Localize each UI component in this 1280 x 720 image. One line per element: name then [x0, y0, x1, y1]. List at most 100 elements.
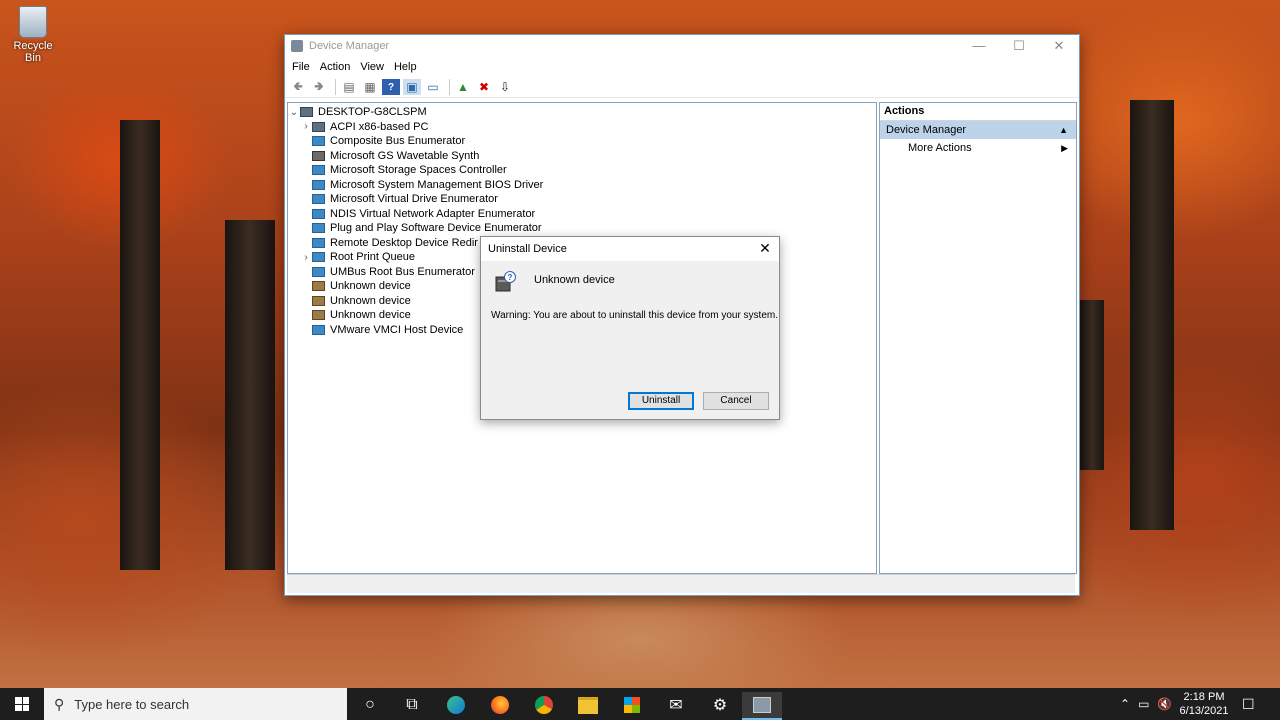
- window-titlebar[interactable]: Device Manager — ☐ ✕: [285, 35, 1079, 57]
- file-explorer-icon[interactable]: [568, 692, 608, 718]
- submenu-arrow-icon: ▶: [1061, 143, 1068, 153]
- monitor-icon[interactable]: ▭: [424, 79, 442, 95]
- recycle-bin[interactable]: Recycle Bin: [4, 6, 62, 64]
- properties-icon[interactable]: ▦: [361, 79, 379, 95]
- system-device-icon: [312, 237, 325, 248]
- microsoft-store-icon[interactable]: [612, 692, 652, 718]
- maximize-button[interactable]: ☐: [999, 35, 1039, 57]
- menu-action[interactable]: Action: [315, 61, 356, 73]
- menu-view[interactable]: View: [355, 61, 389, 73]
- menu-bar: File Action View Help: [285, 57, 1079, 77]
- storage-controller-icon: [312, 165, 325, 176]
- collapse-up-icon[interactable]: ▲: [1059, 121, 1068, 139]
- tree-item-label: Microsoft System Management BIOS Driver: [330, 178, 544, 191]
- uninstall-device-icon[interactable]: ✖: [475, 79, 493, 95]
- uninstall-button[interactable]: Uninstall: [628, 392, 694, 410]
- tree-item[interactable]: Composite Bus Enumerator: [288, 134, 876, 149]
- tree-item[interactable]: Plug and Play Software Device Enumerator: [288, 221, 876, 236]
- actions-section-device-manager[interactable]: Device Manager ▲: [880, 121, 1076, 139]
- dialog-close-icon[interactable]: ✕: [757, 240, 773, 256]
- tree-item[interactable]: Microsoft GS Wavetable Synth: [288, 149, 876, 164]
- tree-root[interactable]: ⌄ DESKTOP-G8CLSPM: [288, 105, 876, 120]
- printer-icon: [312, 252, 325, 263]
- cortana-icon[interactable]: ○: [350, 692, 390, 718]
- tree-item-label: Plug and Play Software Device Enumerator: [330, 222, 542, 235]
- tree-item-label: NDIS Virtual Network Adapter Enumerator: [330, 207, 536, 220]
- system-device-icon: [312, 223, 325, 234]
- tree-item-label: ACPI x86-based PC: [330, 120, 429, 133]
- chrome-icon[interactable]: [524, 692, 564, 718]
- window-title: Device Manager: [309, 40, 390, 52]
- tree-root-label: DESKTOP-G8CLSPM: [318, 106, 427, 119]
- settings-gear-icon[interactable]: ⚙: [700, 692, 740, 718]
- taskbar-search-box[interactable]: ⚲ Type here to search: [44, 688, 347, 720]
- minimize-button[interactable]: —: [959, 35, 999, 57]
- menu-file[interactable]: File: [287, 61, 315, 73]
- search-placeholder: Type here to search: [74, 696, 190, 712]
- notifications-icon[interactable]: ☐: [1242, 688, 1255, 720]
- actions-header: Actions: [880, 103, 1076, 121]
- svg-text:?: ?: [508, 273, 513, 282]
- expand-chevron-icon[interactable]: ›: [300, 121, 312, 132]
- show-hidden-icons-chevron-icon[interactable]: ⌃: [1120, 697, 1130, 711]
- close-button[interactable]: ✕: [1039, 35, 1079, 57]
- dialog-device-name: Unknown device: [534, 274, 615, 286]
- system-device-icon: [312, 179, 325, 190]
- tree-item-label: Unknown device: [330, 294, 411, 307]
- unknown-device-icon: [312, 281, 325, 292]
- device-manager-icon: [291, 40, 303, 52]
- recycle-bin-label: Recycle Bin: [13, 40, 53, 64]
- tree-trunk: [1130, 100, 1174, 530]
- actions-pane: Actions Device Manager ▲ More Actions ▶: [879, 102, 1077, 574]
- firefox-icon[interactable]: [480, 692, 520, 718]
- toolbar: 🢀 🢂 ▤ ▦ ? ▣ ▭ ▲ ✖ ⇩: [285, 77, 1079, 98]
- tree-trunk: [120, 120, 160, 570]
- expand-chevron-icon[interactable]: ›: [300, 252, 312, 263]
- search-icon: ⚲: [54, 695, 65, 712]
- tree-item[interactable]: Microsoft Virtual Drive Enumerator: [288, 192, 876, 207]
- cancel-button[interactable]: Cancel: [703, 392, 769, 410]
- system-tray: ⌃ ▭ 🔇: [1112, 688, 1172, 720]
- tree-item-label: UMBus Root Bus Enumerator: [330, 265, 475, 278]
- tree-item-label: Root Print Queue: [330, 251, 415, 264]
- unknown-device-warning-icon: [312, 295, 325, 306]
- tree-item-label: Microsoft Virtual Drive Enumerator: [330, 193, 498, 206]
- uninstall-device-dialog: Uninstall Device ✕ ? Unknown device Warn…: [480, 236, 780, 420]
- clock[interactable]: 2:18 PM 6/13/2021: [1172, 690, 1236, 718]
- mail-icon[interactable]: ✉: [656, 692, 696, 718]
- task-view-icon[interactable]: ⧉: [392, 692, 432, 718]
- recycle-bin-icon: [19, 6, 47, 38]
- network-icon[interactable]: ▭: [1138, 697, 1149, 711]
- edge-icon[interactable]: [436, 692, 476, 718]
- collapse-chevron-icon[interactable]: ⌄: [288, 107, 300, 118]
- device-manager-taskbar-icon[interactable]: [742, 692, 782, 720]
- system-device-icon: [312, 266, 325, 277]
- tree-item[interactable]: Microsoft System Management BIOS Driver: [288, 178, 876, 193]
- menu-help[interactable]: Help: [389, 61, 422, 73]
- action-pane-icon[interactable]: ▣: [403, 79, 421, 95]
- show-hide-console-tree-icon[interactable]: ▤: [340, 79, 358, 95]
- dialog-titlebar[interactable]: Uninstall Device ✕: [481, 237, 779, 261]
- forward-arrow-icon[interactable]: 🢂: [310, 79, 328, 95]
- help-icon[interactable]: ?: [382, 79, 400, 95]
- tree-item[interactable]: › ACPI x86-based PC: [288, 120, 876, 135]
- taskbar: ⚲ Type here to search ○ ⧉ ✉ ⚙ ⌃ ▭ 🔇 2:18…: [0, 688, 1280, 720]
- tree-item[interactable]: Microsoft Storage Spaces Controller: [288, 163, 876, 178]
- tree-item-label: Microsoft GS Wavetable Synth: [330, 149, 480, 162]
- dialog-title: Uninstall Device: [488, 243, 567, 255]
- clock-time: 2:18 PM: [1183, 691, 1225, 703]
- tree-item-label: VMware VMCI Host Device: [330, 323, 464, 336]
- unknown-device-icon: ?: [495, 271, 516, 292]
- system-device-icon: [312, 324, 325, 335]
- tree-item[interactable]: NDIS Virtual Network Adapter Enumerator: [288, 207, 876, 222]
- start-button[interactable]: [0, 688, 44, 720]
- update-driver-icon[interactable]: ▲: [454, 79, 472, 95]
- more-actions-item[interactable]: More Actions ▶: [880, 139, 1076, 158]
- system-device-icon: [312, 208, 325, 219]
- computer-icon: [312, 121, 325, 132]
- tree-item-label: Remote Desktop Device Redir: [330, 236, 478, 249]
- toolbar-separator: [449, 79, 450, 95]
- volume-muted-icon[interactable]: 🔇: [1157, 697, 1172, 711]
- back-arrow-icon[interactable]: 🢀: [289, 79, 307, 95]
- scan-for-changes-icon[interactable]: ⇩: [496, 79, 514, 95]
